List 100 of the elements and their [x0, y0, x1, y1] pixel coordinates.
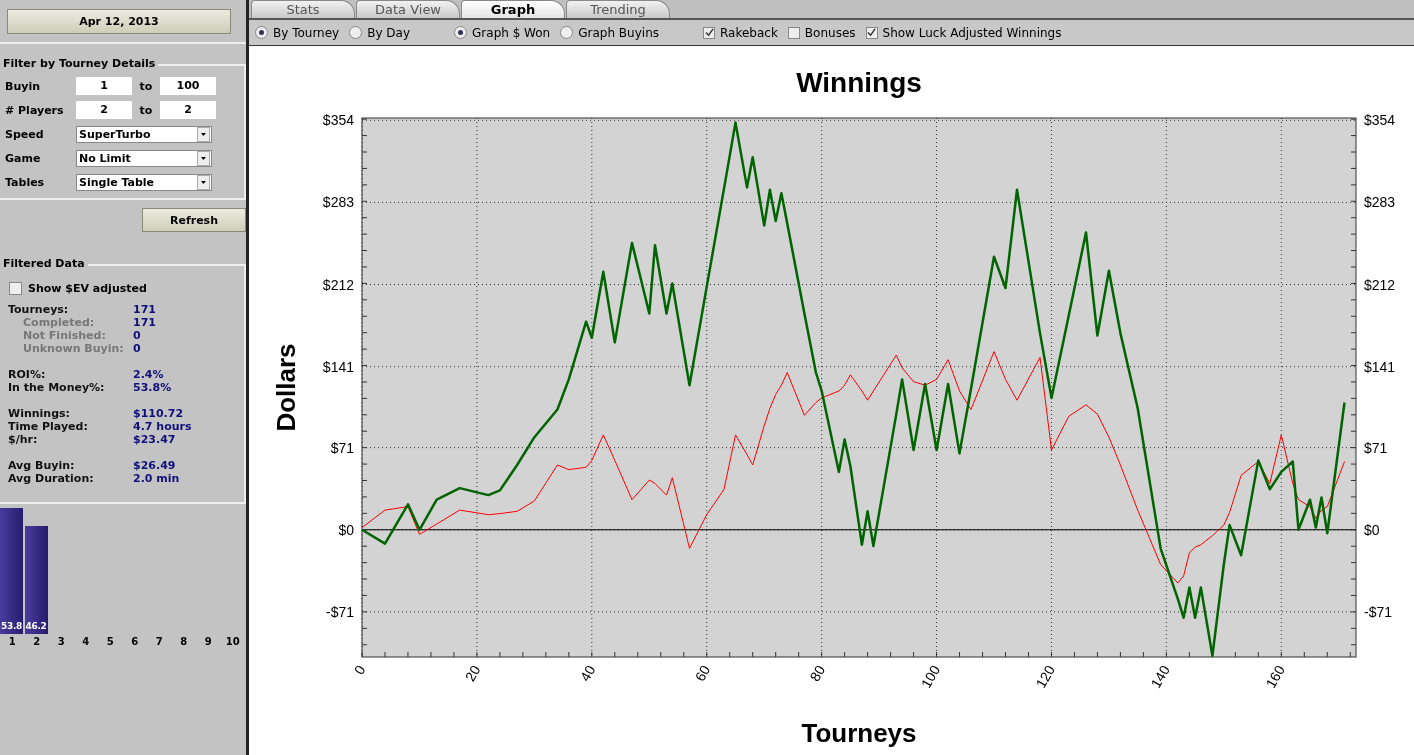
radio-button[interactable] — [454, 26, 468, 40]
dropdown[interactable]: No Limit — [76, 149, 212, 167]
tab[interactable]: Stats — [251, 0, 355, 19]
field-label: Game — [5, 151, 42, 165]
stat-value: 4.7 hours — [133, 420, 192, 433]
axis-title: Tourneys — [801, 718, 917, 748]
stat-label: Time Played: — [8, 420, 89, 433]
radio-label: By Day — [367, 25, 411, 40]
axis-label: 1 — [8, 636, 16, 647]
checkbox-label: Show Luck Adjusted Winnings — [882, 25, 1062, 40]
axis-label: 140 — [1147, 662, 1173, 691]
tab[interactable]: Trending — [566, 0, 670, 19]
stat-value: 53.8% — [133, 381, 172, 394]
bar-value: 53.8 — [1, 621, 22, 633]
axis-label: 40 — [576, 662, 599, 684]
radio-label: Graph Buyins — [578, 25, 659, 40]
input-field[interactable]: 2 — [76, 101, 132, 119]
group-title: Filtered Data — [0, 257, 88, 270]
axis-label: $71 — [330, 439, 354, 456]
stat-label: Unknown Buyin: — [22, 342, 125, 355]
axis-label: $71 — [1364, 439, 1388, 456]
dropdown[interactable]: SuperTurbo — [76, 125, 212, 143]
field-label: to — [138, 103, 154, 117]
axis-label: $0 — [338, 521, 354, 538]
checkbox-label: Rakeback — [720, 25, 778, 40]
axis-label: 2 — [33, 636, 41, 647]
stat-value: $26.49 — [133, 459, 176, 472]
axis-label: 5 — [106, 636, 114, 647]
axis-label: $212 — [1364, 276, 1396, 293]
radio-button[interactable] — [560, 26, 574, 40]
axis-label: 0 — [350, 662, 369, 678]
axis-label: $212 — [322, 276, 354, 293]
axis-label: 7 — [155, 636, 163, 647]
axis-label: 6 — [131, 636, 139, 647]
field-label: # Players — [5, 103, 65, 117]
stat-value: 0 — [133, 329, 141, 342]
radio-button[interactable] — [255, 26, 268, 40]
stat-value: $23.47 — [133, 433, 176, 446]
axis-title: Dollars — [271, 343, 301, 432]
date-button[interactable]: Apr 12, 2013 — [7, 9, 231, 34]
axis-label: $354 — [322, 112, 354, 129]
field-label: to — [138, 79, 154, 93]
checkbox[interactable] — [703, 26, 715, 39]
axis-label: -$71 — [1364, 603, 1393, 620]
axis-label: $354 — [1364, 112, 1396, 129]
refresh-button[interactable]: Refresh — [142, 208, 246, 232]
axis-label: 10 — [225, 636, 240, 647]
radio-button[interactable] — [349, 26, 363, 40]
axis-label: $283 — [322, 194, 354, 211]
checkbox[interactable] — [9, 282, 22, 295]
stat-value: 0 — [133, 342, 141, 355]
axis-label: 160 — [1262, 662, 1288, 691]
axis-label: 60 — [691, 662, 714, 684]
stat-value: 171 — [133, 316, 156, 329]
chart-title: Winnings — [796, 67, 922, 98]
tab[interactable]: Data View — [356, 0, 460, 19]
axis-label: 4 — [82, 636, 90, 647]
caret-icon — [197, 174, 210, 190]
axis-label: $0 — [1364, 521, 1380, 538]
axis-label: 100 — [917, 662, 944, 691]
field-label: Buyin — [5, 79, 41, 93]
checkbox-label: Show $EV adjusted — [28, 282, 147, 295]
bar-value: 46.2 — [25, 621, 47, 633]
stat-value: 2.0 min — [133, 472, 180, 485]
field-label: Tables — [5, 175, 46, 189]
stat-label: ROI%: — [8, 368, 47, 381]
stat-value: 2.4% — [133, 368, 164, 381]
axis-label: 8 — [180, 636, 188, 647]
axis-label: $141 — [322, 358, 354, 375]
input-field[interactable]: 2 — [160, 101, 216, 119]
axis-label: 20 — [461, 662, 484, 684]
checkbox[interactable] — [787, 26, 800, 39]
stat-label: Not Finished: — [22, 329, 107, 342]
group-title: Filter by Tourney Details — [0, 57, 159, 70]
field-label: Speed — [5, 127, 45, 141]
stat-label: Winnings: — [8, 407, 71, 420]
stat-value: 171 — [133, 303, 156, 316]
axis-label: 3 — [57, 636, 65, 647]
input-field[interactable]: 100 — [160, 77, 216, 95]
radio-label: Graph $ Won — [472, 25, 551, 40]
axis-label: 80 — [806, 662, 829, 684]
checkbox[interactable] — [865, 26, 878, 39]
stat-label: Completed: — [22, 316, 96, 329]
axis-label: 9 — [204, 636, 212, 647]
stat-value: $110.72 — [133, 407, 184, 420]
axis-label: -$71 — [325, 603, 354, 620]
radio-label: By Tourney — [273, 25, 340, 40]
stat-label: In the Money%: — [8, 381, 106, 394]
caret-icon — [197, 126, 210, 142]
caret-icon — [197, 150, 210, 166]
stat-label: Avg Buyin: — [8, 459, 76, 472]
dropdown[interactable]: Single Table — [76, 173, 212, 191]
axis-label: $283 — [1364, 194, 1396, 211]
checkbox-label: Bonuses — [804, 25, 856, 40]
input-field[interactable]: 1 — [76, 77, 132, 95]
tab[interactable]: Graph — [461, 0, 565, 19]
stat-label: Tourneys: — [8, 303, 70, 316]
stat-label: $/hr: — [8, 433, 39, 446]
stat-label: Avg Duration: — [8, 472, 95, 485]
axis-label: $141 — [1364, 358, 1396, 375]
